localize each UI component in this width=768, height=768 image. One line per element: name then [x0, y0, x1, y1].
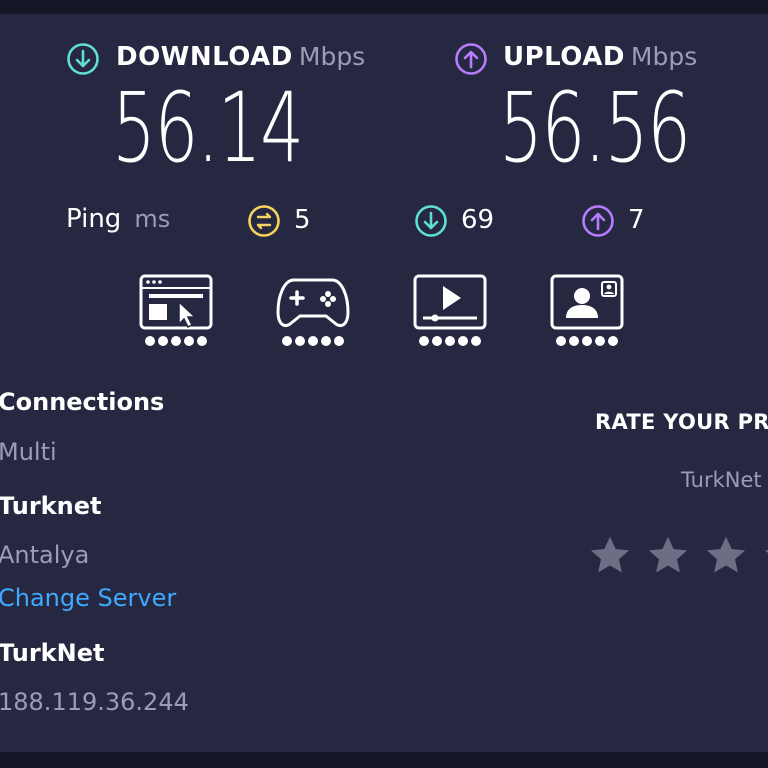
download-ping-icon — [415, 205, 447, 237]
rate-provider-title: RATE YOUR PR — [595, 410, 768, 434]
connections-mode: Multi — [0, 438, 57, 466]
web-browsing-rating-dots — [139, 336, 213, 346]
video-chat-rating-dots — [550, 336, 624, 346]
rating-star-1-icon[interactable] — [588, 534, 632, 578]
download-unit: Mbps — [298, 42, 366, 71]
ping-label: Ping — [66, 204, 122, 234]
download-label: DOWNLOAD — [116, 42, 293, 72]
idle-ping-icon — [248, 205, 280, 237]
usage-web-browsing[interactable] — [139, 274, 213, 346]
ip-address: 188.119.36.244 — [0, 688, 189, 716]
gaming-controller-icon — [276, 278, 350, 327]
usage-video-streaming[interactable] — [413, 274, 487, 346]
server-location: Antalya — [0, 541, 90, 569]
usage-gaming[interactable] — [276, 274, 350, 346]
connections-title: Connections — [0, 388, 165, 416]
download-speed-value: 56.14 — [112, 72, 304, 184]
change-server-link[interactable]: Change Server — [0, 584, 176, 612]
rating-star-3-icon[interactable] — [704, 534, 748, 578]
upload-arrow-icon — [455, 43, 487, 75]
idle-ping-value: 5 — [294, 205, 311, 235]
gaming-rating-dots — [276, 336, 350, 346]
rate-provider-isp: TurkNet — [681, 468, 762, 492]
download-header: DOWNLOAD Mbps — [116, 42, 365, 72]
upload-speed-value: 56.56 — [499, 72, 691, 184]
upload-ping-value: 7 — [628, 205, 645, 235]
usage-video-chat[interactable] — [550, 274, 624, 346]
video-chat-icon — [550, 274, 624, 330]
ping-header: Ping ms — [66, 204, 170, 234]
isp-name: TurkNet — [0, 639, 105, 667]
upload-ping-icon — [582, 205, 614, 237]
download-arrow-icon — [67, 43, 99, 75]
video-streaming-rating-dots — [413, 336, 487, 346]
upload-label: UPLOAD — [503, 42, 625, 72]
rating-star-4-icon[interactable] — [762, 534, 768, 578]
video-streaming-icon — [413, 274, 487, 330]
upload-unit: Mbps — [630, 42, 698, 71]
rating-star-2-icon[interactable] — [646, 534, 690, 578]
ping-unit: ms — [134, 205, 171, 233]
speedtest-result-panel: DOWNLOAD Mbps 56.14 UPLOAD Mbps 56.56 Ping… — [0, 14, 768, 752]
download-ping-value: 69 — [461, 205, 495, 235]
upload-header: UPLOAD Mbps — [503, 42, 697, 72]
web-browsing-icon — [139, 274, 213, 330]
server-name: Turknet — [0, 492, 102, 520]
